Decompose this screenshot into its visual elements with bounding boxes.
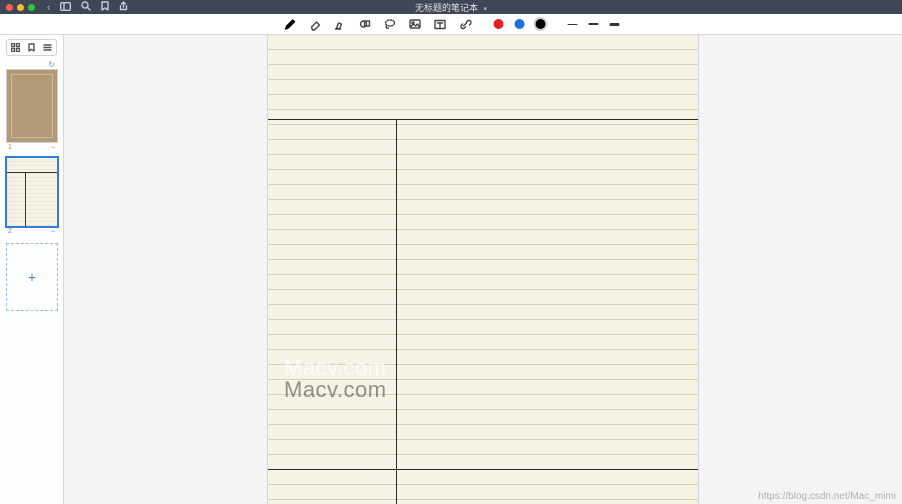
toolbar-tools xyxy=(283,17,620,31)
bookmark-icon xyxy=(28,43,35,52)
document-title-text: 无标题的笔记本 xyxy=(415,3,478,13)
source-watermark: https://blog.csdn.net/Mac_mimi xyxy=(758,491,896,502)
shape-tool[interactable] xyxy=(358,17,372,31)
thumb-number: 2 xyxy=(8,228,12,235)
title-dropdown-caret: ▾ xyxy=(484,6,488,13)
page-thumb-2[interactable]: 2 – xyxy=(6,157,57,235)
plus-icon: + xyxy=(28,269,36,285)
stroke-thin[interactable] xyxy=(568,24,578,25)
sidebar: ↻ 1 – 2 – + xyxy=(0,35,64,504)
pen-tool[interactable] xyxy=(283,17,297,31)
add-page-button[interactable]: + xyxy=(6,243,58,311)
eraser-tool[interactable] xyxy=(308,17,322,31)
link-icon xyxy=(458,18,471,31)
horizontal-rule xyxy=(268,119,698,120)
stroke-thick[interactable] xyxy=(610,23,620,26)
lasso-icon xyxy=(383,18,396,31)
color-black[interactable] xyxy=(536,19,546,29)
summary-rule xyxy=(268,469,698,470)
sidebar-refresh[interactable]: ↻ xyxy=(6,60,57,69)
main: ↻ 1 – 2 – + Macv.com Macv.com xyxy=(0,35,902,504)
text-tool[interactable] xyxy=(433,17,447,31)
stroke-medium[interactable] xyxy=(589,23,599,25)
thumb-flag: – xyxy=(51,228,55,235)
document-title[interactable]: 无标题的笔记本 ▾ xyxy=(0,1,902,14)
thumbnail-page xyxy=(7,158,57,226)
view-bookmarks-tab[interactable] xyxy=(26,42,36,53)
list-icon xyxy=(43,43,52,52)
lasso-tool[interactable] xyxy=(383,17,397,31)
view-grid-tab[interactable] xyxy=(10,42,20,53)
toolbar xyxy=(0,14,902,35)
page-thumb-1[interactable]: 1 – xyxy=(6,69,57,151)
thumb-flag: – xyxy=(51,144,55,151)
color-red[interactable] xyxy=(494,19,504,29)
image-icon xyxy=(408,18,421,31)
note-page[interactable]: Macv.com Macv.com xyxy=(268,35,698,504)
view-list-tab[interactable] xyxy=(43,42,53,53)
text-icon xyxy=(433,18,446,31)
titlebar: ‹ 无标题的笔记本 ▾ xyxy=(0,0,902,14)
grid-icon xyxy=(11,43,20,52)
sidebar-view-tabs xyxy=(6,39,57,56)
highlighter-tool[interactable] xyxy=(333,17,347,31)
ruled-lines xyxy=(268,35,698,504)
pen-icon xyxy=(283,18,296,31)
watermark-dark: Macv.com xyxy=(284,377,387,403)
vertical-rule xyxy=(396,119,397,504)
link-tool[interactable] xyxy=(458,17,472,31)
highlighter-icon xyxy=(333,18,346,31)
thumbnail-cover xyxy=(7,70,57,142)
color-blue[interactable] xyxy=(515,19,525,29)
shape-icon xyxy=(358,18,371,31)
eraser-icon xyxy=(308,18,321,31)
canvas-area[interactable]: Macv.com Macv.com https://blog.csdn.net/… xyxy=(64,35,902,504)
thumb-number: 1 xyxy=(8,144,12,151)
image-tool[interactable] xyxy=(408,17,422,31)
